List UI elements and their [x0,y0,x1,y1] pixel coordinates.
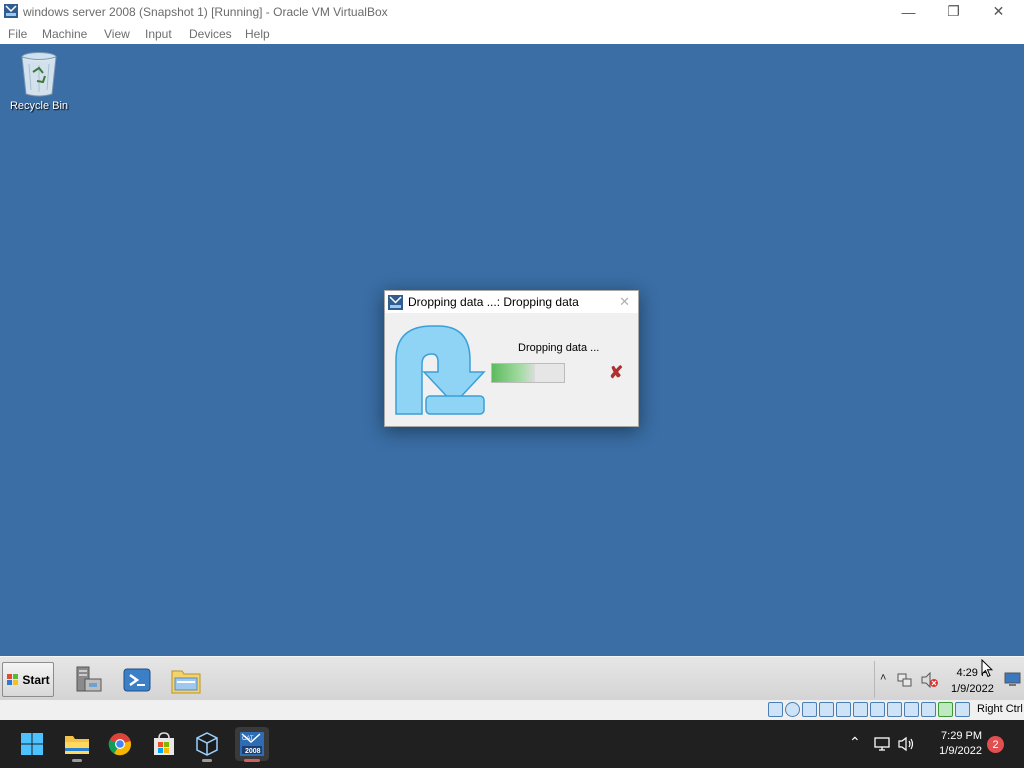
restore-icon: ❐ [947,3,960,19]
close-button[interactable]: ✕ [976,0,1021,23]
progress-bar [491,363,565,383]
menu-devices[interactable]: Devices [189,27,232,41]
active-app-indicator [244,759,260,762]
dialog-body: Dropping data ... ✘ [385,313,638,426]
host-app-microsoft-store[interactable] [147,727,181,761]
hard-disk-icon[interactable] [768,702,783,717]
recording-icon[interactable] [921,702,936,717]
host-clock-date: 1/9/2022 [939,745,982,757]
host-app-chrome[interactable] [103,727,137,761]
menu-file[interactable]: File [8,27,27,41]
host-app-file-explorer[interactable] [60,727,94,762]
guest-additions-icon[interactable] [938,702,953,717]
file-explorer-icon [65,736,89,754]
volume-muted-icon[interactable] [921,672,939,688]
shared-folders-icon[interactable] [853,702,868,717]
windows-start-icon [21,733,43,755]
close-icon: ✕ [992,3,1005,19]
start-label: Start [22,672,50,687]
minimize-button[interactable]: — [886,0,931,23]
audio-icon[interactable] [802,702,817,717]
powershell-icon[interactable] [121,665,153,695]
guest-taskbar: Start ˄ 4:29 P 1/9/2022 [0,656,1024,700]
dropping-data-dialog: Dropping data ...: Dropping data ✕ Dropp… [384,290,639,427]
virtualbox-app-icon [4,4,18,18]
minimize-icon: — [901,3,916,20]
chrome-icon [108,733,132,756]
host-taskbar: CAT 2008 ⌃ 7:29 PM 1/9/2022 2 [0,720,1024,768]
show-desktop-icon[interactable] [1004,672,1021,687]
menubar: File Machine View Input Devices Help [0,23,1024,44]
cpu-icon[interactable] [904,702,919,717]
menu-help[interactable]: Help [245,27,270,41]
windows-flag-icon [7,673,19,685]
recycle-bin-shortcut[interactable]: Recycle Bin [8,50,70,112]
running-indicator [202,759,212,762]
network-adapter-icon[interactable] [819,702,834,717]
menu-machine[interactable]: Machine [42,27,87,41]
show-hidden-icons-icon[interactable]: ˄ [880,672,886,684]
vbox-statusbar: Right Ctrl [0,700,1024,720]
video-capture-icon[interactable] [887,702,902,717]
notification-badge[interactable]: 2 [987,736,1004,753]
cancel-icon[interactable]: ✘ [609,363,623,383]
virtualbox-icon [196,732,218,756]
mouse-integration-icon[interactable] [955,702,970,717]
progress-bar-fill [492,364,536,382]
display-network-icon[interactable] [874,736,891,752]
guest-desktop[interactable]: Recycle Bin Dropping data ...: Dropping … [0,44,1024,656]
menu-input[interactable]: Input [145,27,172,41]
maximize-button[interactable]: ❐ [931,0,976,23]
vbox-device-icons [768,702,970,717]
optical-drive-icon[interactable] [785,702,800,717]
host-system-tray: ⌃ 7:29 PM 1/9/2022 2 [846,720,1024,768]
host-app-virtualbox[interactable] [190,727,224,762]
microsoft-store-icon [154,732,174,755]
start-button[interactable]: Start [2,662,54,697]
virtualbox-dialog-icon [388,295,403,310]
host-clock-time: 7:29 PM [941,730,982,742]
recycle-bin-label: Recycle Bin [9,100,69,112]
show-hidden-icons-chevron-icon[interactable]: ⌃ [849,734,861,751]
window-title: windows server 2008 (Snapshot 1) [Runnin… [23,5,388,19]
display-icon[interactable] [870,702,885,717]
menu-view[interactable]: View [104,27,130,41]
dialog-title: Dropping data ...: Dropping data [408,295,579,309]
drop-arrow-icon [395,325,486,415]
vm-badge-bottom-text: 2008 [245,748,261,755]
dialog-titlebar[interactable]: Dropping data ...: Dropping data ✕ [385,291,638,313]
volume-icon[interactable] [898,736,915,752]
host-app-windows-server-vm[interactable]: CAT 2008 [235,727,269,762]
dialog-close-icon[interactable]: ✕ [619,294,630,310]
host-start-button[interactable] [15,727,49,761]
mouse-cursor-icon [981,659,993,678]
guest-system-tray: ˄ 4:29 P 1/9/2022 [874,661,1024,698]
dialog-status-text: Dropping data ... [518,342,600,354]
windows-server-2008-vm-icon: CAT 2008 [240,732,264,756]
host-key-label: Right Ctrl [977,703,1023,715]
windows-explorer-icon[interactable] [170,665,202,695]
server-manager-icon[interactable] [73,665,105,695]
running-indicator [72,759,82,762]
host-clock[interactable]: 7:29 PM 1/9/2022 [926,729,982,759]
vm-badge-top-text: CAT [242,736,254,742]
usb-icon[interactable] [836,702,851,717]
guest-clock-date: 1/9/2022 [951,683,994,695]
vbox-titlebar: windows server 2008 (Snapshot 1) [Runnin… [0,0,1024,23]
recycle-bin-icon [21,52,57,97]
network-icon[interactable] [897,672,913,688]
